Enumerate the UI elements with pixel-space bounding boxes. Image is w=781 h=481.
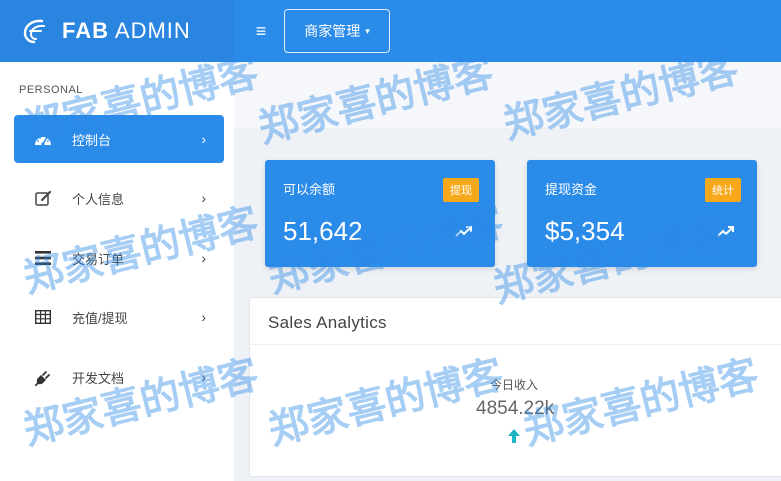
- table-icon: [34, 308, 52, 326]
- sidebar-item-label: 开发文档: [72, 370, 125, 386]
- top-navbar: FAB ADMIN ≡ 商家管理 ▾: [0, 0, 781, 62]
- sidebar-item-dev-docs[interactable]: 开发文档 ›: [14, 353, 224, 401]
- brand-name-light: ADMIN: [114, 18, 191, 43]
- card-value: $5,354: [545, 216, 625, 246]
- fab-logo-icon: [23, 19, 45, 44]
- today-income-value: 4854.22k: [476, 398, 555, 419]
- card-title: 提现资金: [545, 182, 598, 197]
- merchant-management-label: 商家管理: [304, 23, 361, 39]
- sidebar-item-label: 交易订单: [72, 251, 125, 267]
- panel-divider: [250, 344, 781, 345]
- trending-up-icon: [455, 226, 472, 237]
- balance-card: 可以余额 提现 51,642: [265, 160, 495, 267]
- sidebar-item-label: 个人信息: [72, 191, 125, 207]
- brand-name-bold: FAB: [62, 18, 109, 43]
- card-title: 可以余额: [283, 182, 336, 197]
- chevron-right-icon: ›: [201, 190, 206, 206]
- card-value: 51,642: [283, 216, 363, 246]
- chevron-right-icon: ›: [201, 309, 206, 325]
- sidebar-item-recharge-withdraw[interactable]: 充值/提现 ›: [14, 293, 224, 341]
- plug-icon: [34, 368, 52, 386]
- content-header-area: [234, 62, 781, 128]
- brand[interactable]: FAB ADMIN: [0, 0, 234, 62]
- statistics-badge-button[interactable]: 统计: [705, 178, 741, 202]
- withdraw-badge-button[interactable]: 提现: [443, 178, 479, 202]
- caret-down-icon: ▾: [365, 25, 370, 36]
- sidebar-item-dashboard[interactable]: 控制台 ›: [14, 115, 224, 163]
- withdrawn-funds-card: 提现资金 统计 $5,354: [527, 160, 757, 267]
- panel-title: Sales Analytics: [268, 313, 387, 332]
- sales-analytics-panel: Sales Analytics 今日收入 4854.22k: [249, 297, 781, 477]
- list-icon: [34, 249, 52, 267]
- sidebar: PERSONAL 控制台 › 个人信息 › 交易订单 › 充值/提现 › 开发文…: [0, 62, 234, 481]
- sidebar-section-label: PERSONAL: [19, 84, 83, 96]
- merchant-management-dropdown[interactable]: 商家管理 ▾: [284, 9, 390, 53]
- sidebar-item-label: 充值/提现: [72, 310, 128, 326]
- today-income-label: 今日收入: [490, 378, 539, 392]
- sidebar-item-profile[interactable]: 个人信息 ›: [14, 174, 224, 222]
- arrow-up-icon: [508, 429, 520, 443]
- trending-up-icon: [717, 226, 734, 237]
- brand-name: FAB ADMIN: [62, 18, 191, 44]
- dashboard-icon: [34, 130, 52, 148]
- menu-toggle-icon[interactable]: ≡: [252, 22, 270, 40]
- chevron-right-icon: ›: [201, 369, 206, 385]
- sidebar-item-label: 控制台: [72, 132, 112, 148]
- chevron-right-icon: ›: [201, 131, 206, 147]
- edit-icon: [34, 189, 52, 207]
- chevron-right-icon: ›: [201, 250, 206, 266]
- sidebar-item-orders[interactable]: 交易订单 ›: [14, 234, 224, 282]
